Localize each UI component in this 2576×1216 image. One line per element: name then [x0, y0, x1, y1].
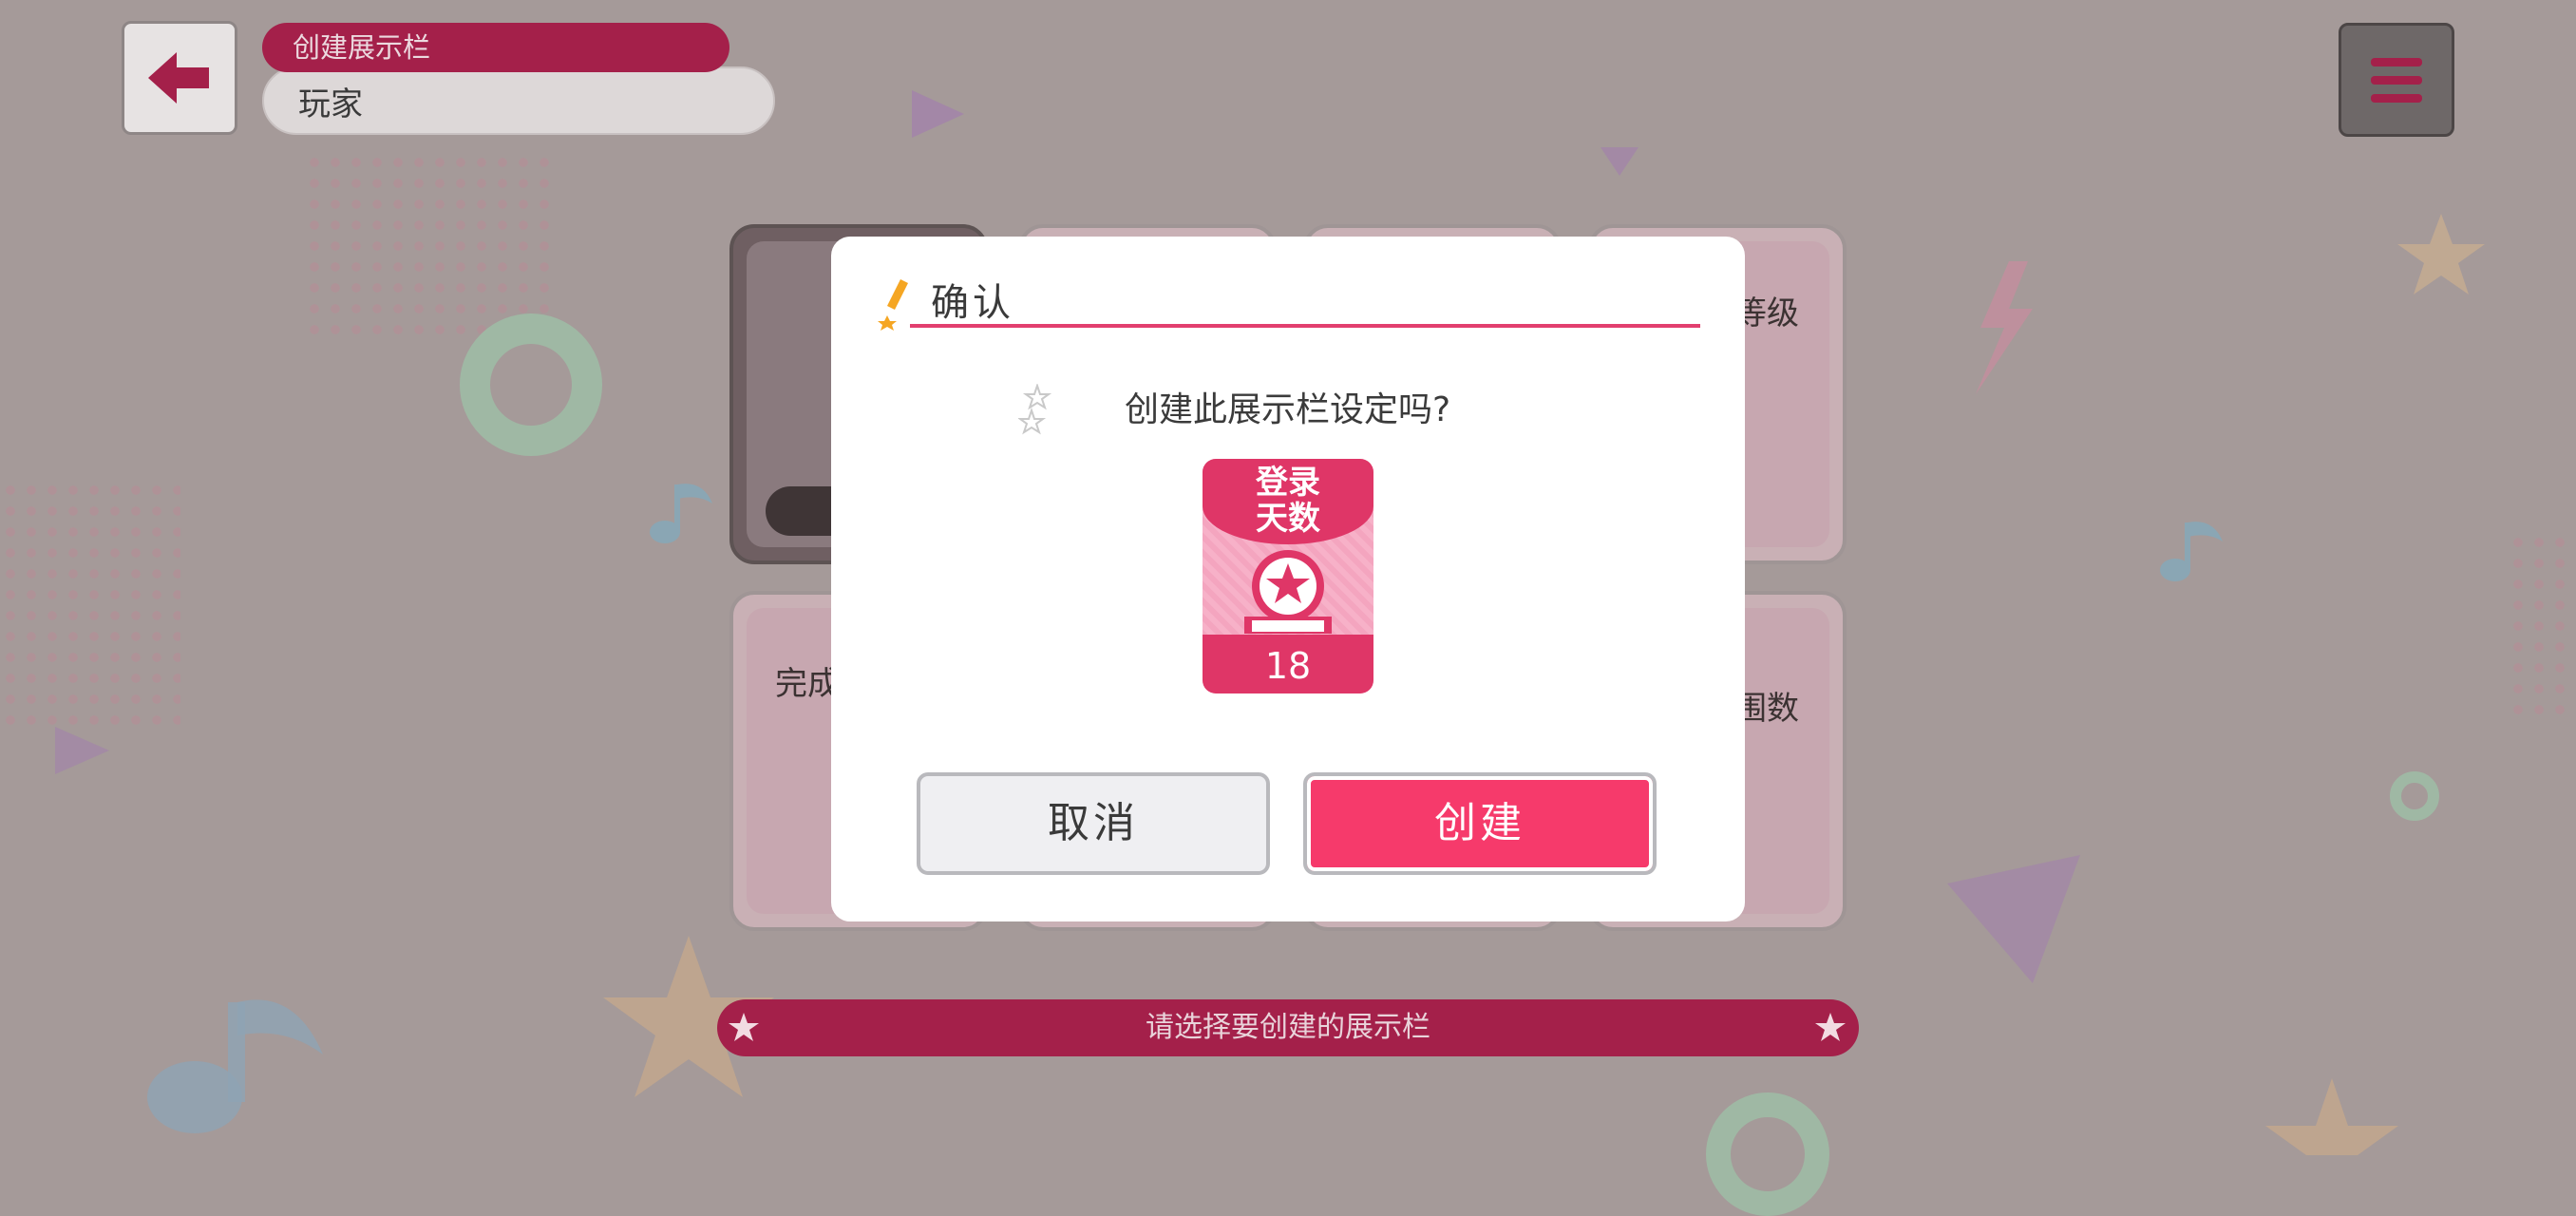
badge-label: 登录 — [1256, 464, 1320, 502]
triangle-decoration-icon — [55, 727, 109, 774]
triangle-decoration-icon — [912, 90, 964, 138]
star-decoration-icon — [2265, 1078, 2398, 1155]
background-ring — [460, 314, 602, 456]
dialog-question: 创建此展示栏设定吗? — [1125, 390, 1451, 429]
badge-value: 18 — [1203, 635, 1373, 694]
back-button[interactable] — [122, 21, 237, 135]
login-days-badge: 登录 天数 18 — [1203, 459, 1373, 694]
star-medal-icon — [1244, 550, 1332, 634]
menu-button[interactable] — [2339, 23, 2454, 137]
hamburger-line — [2371, 75, 2422, 85]
music-note-decoration-icon — [650, 484, 712, 543]
dialog-title: 确认 — [931, 281, 1014, 325]
lightning-decoration-icon — [1976, 261, 2033, 394]
background-ring — [1706, 1092, 1829, 1216]
background-dots — [0, 480, 180, 736]
create-button[interactable]: 创建 — [1303, 772, 1657, 875]
music-note-decoration-icon — [2160, 522, 2223, 581]
page-title: 创建展示栏 — [262, 23, 729, 72]
page-subtitle: 玩家 — [262, 66, 775, 135]
triangle-decoration-icon — [1601, 147, 1638, 176]
sparkle-star-icon — [1018, 384, 1052, 435]
dialog-title-underline — [910, 324, 1700, 328]
badge-header: 登录 天数 — [1203, 459, 1373, 544]
pencil-star-icon — [878, 279, 908, 331]
triangle-decoration-icon — [1947, 855, 2080, 983]
background-dots — [2508, 532, 2576, 722]
cancel-button[interactable]: 取消 — [917, 772, 1270, 875]
star-icon — [729, 1013, 759, 1041]
music-note-decoration-icon — [147, 999, 323, 1133]
star-icon — [1815, 1013, 1846, 1041]
card-label: 完成 — [775, 665, 840, 703]
back-arrow-icon — [148, 52, 209, 104]
hint-text: 请选择要创建的展示栏 — [1146, 1011, 1430, 1044]
background-ring — [2390, 771, 2439, 821]
hint-bar: 请选择要创建的展示栏 — [717, 999, 1859, 1056]
hamburger-line — [2371, 93, 2422, 103]
badge-label: 天数 — [1256, 500, 1320, 538]
hamburger-line — [2371, 57, 2422, 66]
star-decoration-icon — [2397, 214, 2485, 294]
